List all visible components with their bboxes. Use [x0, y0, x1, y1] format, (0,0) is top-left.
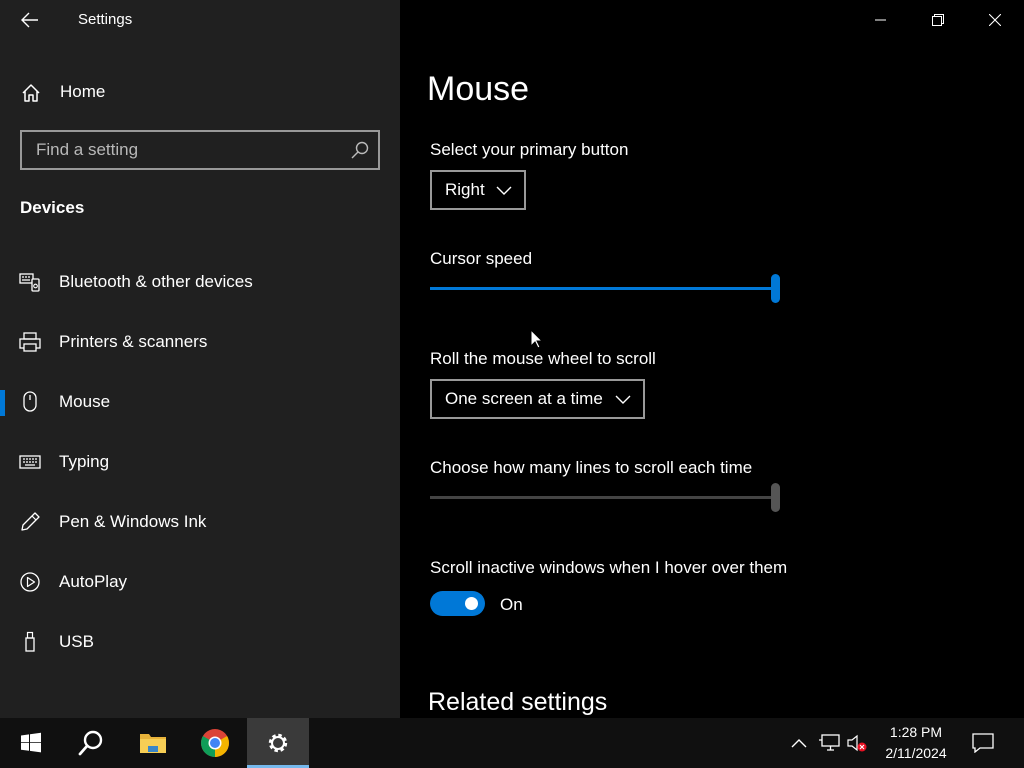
mouse-icon [23, 391, 37, 412]
primary-button-value: Right [445, 180, 485, 199]
scroll-mode-value: One screen at a time [445, 389, 603, 408]
minimize-icon [875, 19, 886, 21]
restore-icon [932, 14, 944, 26]
sidebar-item-autoplay[interactable]: AutoPlay [0, 558, 400, 606]
sidebar-item-bluetooth[interactable]: Bluetooth & other devices [0, 258, 400, 306]
settings-taskbar-button[interactable] [247, 718, 309, 768]
sidebar-item-printers[interactable]: Printers & scanners [0, 318, 400, 366]
page-title: Mouse [427, 70, 530, 108]
primary-button-label: Select your primary button [430, 140, 629, 159]
file-explorer-button[interactable] [122, 718, 184, 768]
cursor-speed-slider[interactable] [430, 274, 780, 304]
volume-button[interactable] [846, 732, 868, 754]
chrome-button[interactable] [184, 718, 246, 768]
network-button[interactable] [818, 732, 840, 754]
close-button[interactable] [972, 0, 1018, 40]
app-title: Settings [78, 11, 133, 28]
windows-logo-icon [21, 732, 41, 753]
section-heading: Devices [20, 198, 85, 217]
show-hidden-icons-button[interactable] [788, 732, 810, 754]
toggle-knob [465, 597, 478, 610]
network-icon [819, 734, 840, 751]
slider-thumb[interactable] [771, 483, 780, 512]
chevron-up-icon [791, 739, 807, 748]
action-center-button[interactable] [972, 732, 994, 754]
home-nav-item[interactable]: Home [0, 72, 400, 112]
sidebar-item-label: Typing [59, 452, 110, 471]
slider-fill [430, 287, 776, 290]
settings-search-box[interactable] [20, 130, 380, 170]
chevron-down-icon [496, 186, 512, 195]
settings-search-input[interactable] [22, 132, 342, 168]
home-icon [22, 84, 40, 102]
slider-thumb[interactable] [771, 274, 780, 303]
printer-icon [19, 332, 41, 352]
chrome-icon [201, 729, 229, 757]
sidebar-item-typing[interactable]: Typing [0, 438, 400, 486]
sidebar-item-label: AutoPlay [59, 572, 128, 591]
clock[interactable]: 1:28 PM 2/11/2024 [880, 722, 952, 764]
gear-icon [268, 733, 288, 753]
selected-indicator [0, 390, 5, 416]
toggle-state-label: On [500, 595, 523, 614]
home-label: Home [60, 82, 106, 101]
sidebar-item-usb[interactable]: USB [0, 618, 400, 666]
volume-muted-icon [847, 734, 867, 752]
inactive-scroll-toggle[interactable] [430, 591, 485, 616]
related-settings-heading: Related settings [428, 688, 608, 716]
sidebar-item-label: Bluetooth & other devices [59, 272, 253, 291]
chevron-down-icon [615, 395, 631, 404]
scroll-lines-label: Choose how many lines to scroll each tim… [430, 458, 753, 477]
scroll-lines-slider[interactable] [430, 483, 780, 513]
slider-fill [430, 496, 776, 499]
clock-date: 2/11/2024 [885, 745, 947, 761]
sidebar-item-pen[interactable]: Pen & Windows Ink [0, 498, 400, 546]
sidebar: Settings Home Devices Bluetooth & other … [0, 0, 400, 718]
main-content: Mouse Select your primary button Right C… [400, 0, 1024, 718]
restore-button[interactable] [915, 0, 961, 40]
close-icon [989, 14, 1001, 26]
inactive-scroll-label: Scroll inactive windows when I hover ove… [430, 558, 788, 577]
autoplay-icon [20, 572, 40, 592]
search-icon[interactable] [350, 140, 370, 160]
sidebar-item-label: Mouse [59, 392, 111, 411]
sidebar-item-label: Pen & Windows Ink [59, 512, 207, 531]
primary-button-dropdown[interactable]: Right [430, 170, 526, 210]
sidebar-item-label: USB [59, 632, 94, 651]
notification-icon [972, 733, 994, 753]
scroll-mode-dropdown[interactable]: One screen at a time [430, 379, 645, 419]
clock-time: 1:28 PM [889, 724, 943, 740]
search-icon [78, 730, 103, 756]
start-button[interactable] [0, 718, 62, 768]
back-arrow-icon [21, 12, 38, 28]
usb-icon [25, 631, 35, 652]
sidebar-item-label: Printers & scanners [59, 332, 208, 351]
bluetooth-devices-icon [19, 273, 40, 292]
taskbar: 1:28 PM 2/11/2024 [0, 718, 1024, 768]
minimize-button[interactable] [858, 0, 904, 40]
mouse-pointer-icon [530, 329, 544, 349]
search-taskbar-button[interactable] [60, 718, 122, 768]
scroll-mode-label: Roll the mouse wheel to scroll [430, 349, 656, 368]
sidebar-item-mouse[interactable]: Mouse [0, 378, 400, 426]
pen-icon [21, 512, 40, 531]
back-button[interactable] [14, 6, 46, 34]
keyboard-icon [19, 455, 41, 469]
cursor-speed-label: Cursor speed [430, 249, 533, 268]
folder-icon [140, 734, 166, 753]
